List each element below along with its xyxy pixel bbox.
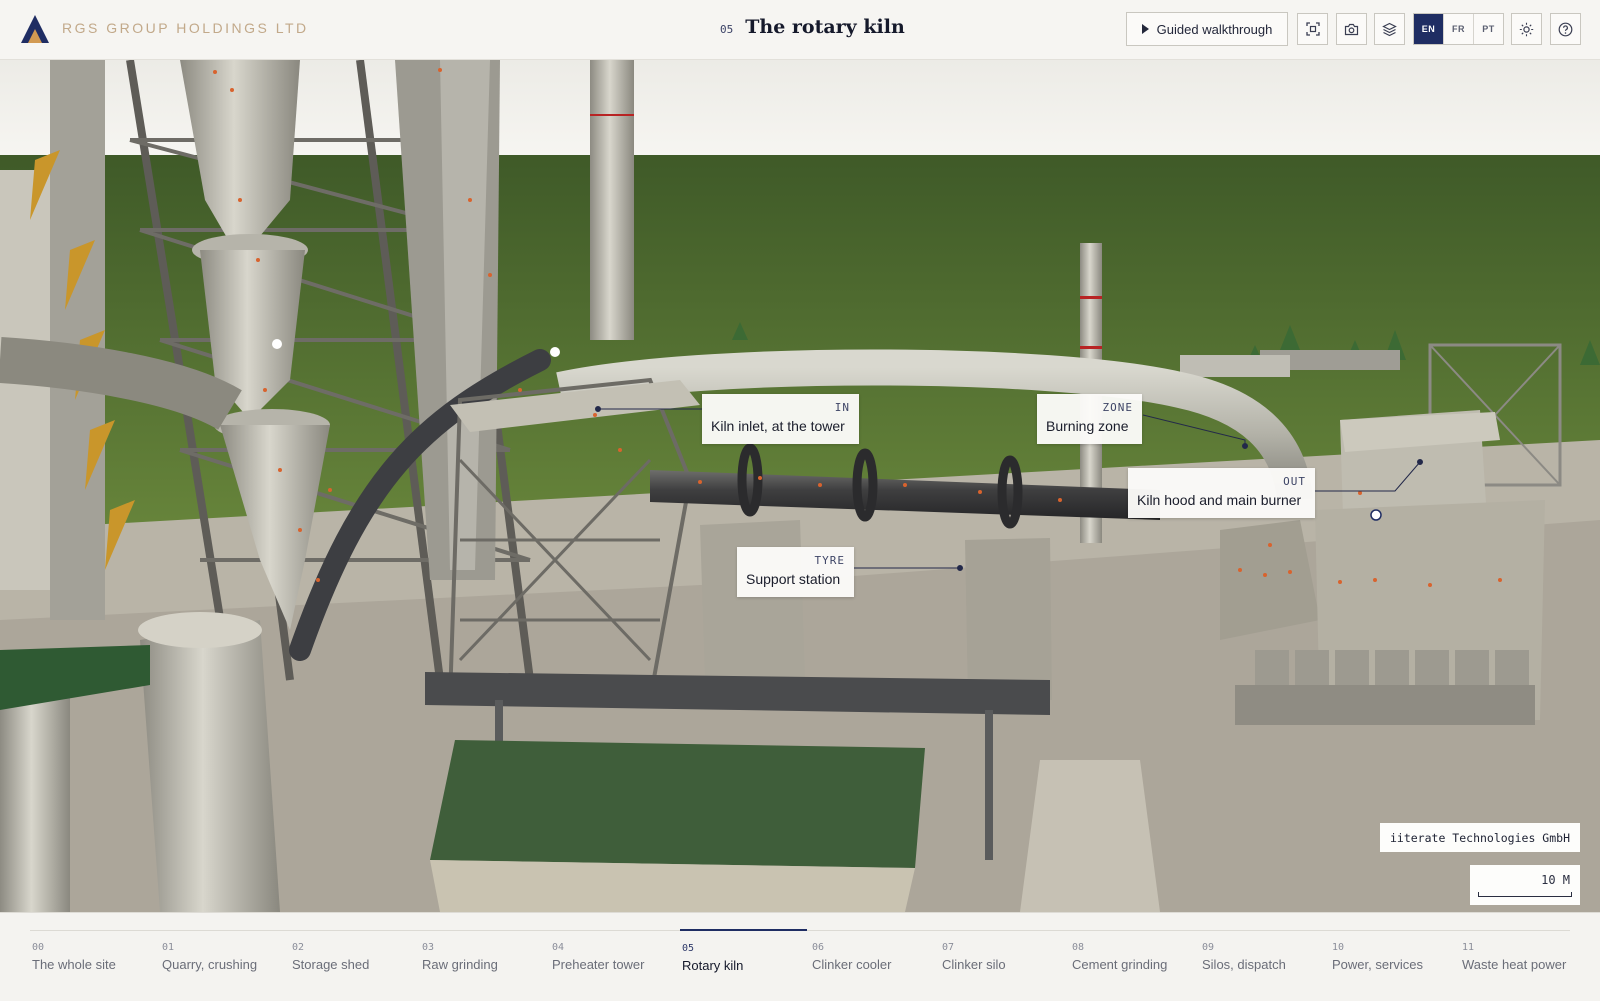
nav-item-label: Power, services <box>1332 957 1424 972</box>
nav-item-number: 09 <box>1202 942 1215 953</box>
brand-name: RGS GROUP HOLDINGS LTD <box>62 20 309 36</box>
nav-item-number: 01 <box>162 942 175 953</box>
scale-bar <box>1478 892 1572 897</box>
nav-item-clinker-cooler[interactable]: 06 Clinker cooler <box>810 930 937 992</box>
nav-item-number: 08 <box>1072 942 1085 953</box>
callout-burning-zone[interactable]: ZONE Burning zone <box>1037 394 1142 444</box>
nav-item-number: 10 <box>1332 942 1345 953</box>
language-fr-button[interactable]: FR <box>1444 14 1474 44</box>
sun-icon <box>1519 22 1534 36</box>
nav-item-whole-site[interactable]: 00 The whole site <box>30 930 157 992</box>
play-icon <box>1141 24 1149 34</box>
guided-walkthrough-label: Guided walkthrough <box>1156 21 1273 37</box>
nav-item-label: Silos, dispatch <box>1202 957 1286 972</box>
nav-item-label: Raw grinding <box>422 957 498 972</box>
nav-item-label: The whole site <box>32 957 116 972</box>
nav-item-clinker-silo[interactable]: 07 Clinker silo <box>940 930 1067 992</box>
nav-item-number: 07 <box>942 942 955 953</box>
nav-item-number: 04 <box>552 942 565 953</box>
plant-scene-illustration <box>0 60 1600 912</box>
page-title-group: 05 The rotary kiln <box>720 16 905 44</box>
nav-item-label: Clinker cooler <box>812 957 892 972</box>
nav-item-preheater-tower[interactable]: 04 Preheater tower <box>550 930 677 992</box>
nav-item-label: Preheater tower <box>552 957 645 972</box>
callout-tag: IN <box>834 401 850 414</box>
focus-frame-icon <box>1305 22 1320 36</box>
callout-text: Burning zone <box>1046 418 1129 434</box>
nav-item-number: 02 <box>292 942 305 953</box>
callout-tag: TYRE <box>814 554 845 567</box>
layers-icon <box>1382 22 1397 36</box>
camera-icon <box>1344 23 1359 35</box>
nav-item-number: 05 <box>682 943 695 954</box>
language-en-button[interactable]: EN <box>1414 14 1444 44</box>
help-button[interactable] <box>1550 13 1581 45</box>
nav-item-label: Quarry, crushing <box>162 957 258 972</box>
nav-item-label: Storage shed <box>292 957 370 972</box>
nav-item-waste-heat-power[interactable]: 11 Waste heat power <box>1460 930 1587 992</box>
nav-item-cement-grinding[interactable]: 08 Cement grinding <box>1070 930 1197 992</box>
scale-value: 10 M <box>1541 873 1570 887</box>
top-bar: RGS GROUP HOLDINGS LTD 05 The rotary kil… <box>0 0 1600 60</box>
theme-toggle-button[interactable] <box>1511 13 1542 45</box>
nav-item-number: 03 <box>422 942 435 953</box>
nav-item-rotary-kiln[interactable]: 05 Rotary kiln <box>680 929 807 991</box>
nav-item-label: Clinker silo <box>942 957 1006 972</box>
nav-item-silos-dispatch[interactable]: 09 Silos, dispatch <box>1200 930 1327 992</box>
section-number: 05 <box>720 23 734 36</box>
focus-view-button[interactable] <box>1297 13 1328 45</box>
language-switcher: EN FR PT <box>1413 13 1504 45</box>
callout-text: Kiln hood and main burner <box>1137 492 1302 508</box>
nav-item-power-services[interactable]: 10 Power, services <box>1330 930 1457 992</box>
nav-item-label: Rotary kiln <box>682 958 744 973</box>
callout-support-station[interactable]: TYRE Support station <box>737 547 854 597</box>
nav-item-number: 06 <box>812 942 825 953</box>
layers-button[interactable] <box>1374 13 1405 45</box>
nav-item-quarry[interactable]: 01 Quarry, crushing <box>160 930 287 992</box>
nav-item-label: Waste heat power <box>1462 957 1567 972</box>
guided-walkthrough-button[interactable]: Guided walkthrough <box>1126 12 1288 46</box>
credit-label[interactable]: iiterate Technologies GmbH <box>1380 823 1580 852</box>
plant-3d-viewport[interactable]: IN Kiln inlet, at the tower ZONE Burning… <box>0 60 1600 912</box>
callout-kiln-hood[interactable]: OUT Kiln hood and main burner <box>1128 468 1315 518</box>
nav-item-raw-grinding[interactable]: 03 Raw grinding <box>420 930 547 992</box>
screenshot-button[interactable] <box>1336 13 1367 45</box>
help-icon <box>1558 22 1573 36</box>
company-logo-icon <box>21 15 49 43</box>
callout-text: Kiln inlet, at the tower <box>711 418 845 434</box>
nav-item-storage-shed[interactable]: 02 Storage shed <box>290 930 417 992</box>
callout-tag: OUT <box>1283 475 1306 488</box>
scale-indicator: 10 M <box>1470 865 1580 905</box>
language-pt-button[interactable]: PT <box>1474 14 1503 44</box>
nav-item-number: 11 <box>1462 942 1475 953</box>
page-title: The rotary kiln <box>745 16 905 38</box>
callout-kiln-inlet[interactable]: IN Kiln inlet, at the tower <box>702 394 859 444</box>
callout-text: Support station <box>746 571 841 587</box>
callout-tag: ZONE <box>1102 401 1133 414</box>
nav-item-label: Cement grinding <box>1072 957 1168 972</box>
section-nav: 00 The whole site 01 Quarry, crushing 02… <box>0 912 1600 1001</box>
nav-item-number: 00 <box>32 942 45 953</box>
